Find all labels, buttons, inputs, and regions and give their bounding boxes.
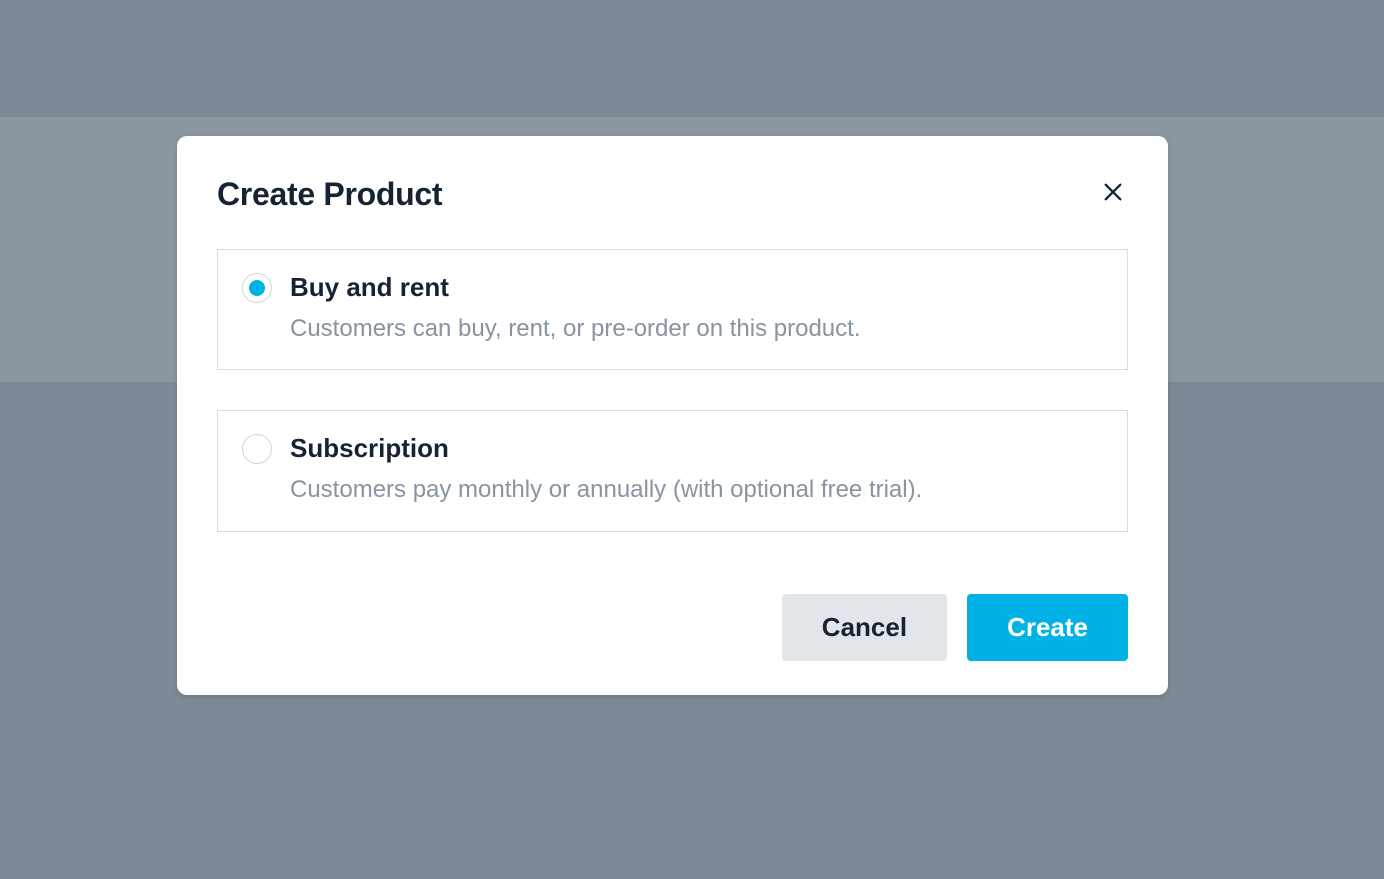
close-icon	[1102, 181, 1124, 208]
radio-subscription[interactable]	[242, 434, 272, 464]
option-buy-and-rent[interactable]: Buy and rent Customers can buy, rent, or…	[217, 249, 1128, 370]
option-title: Subscription	[290, 433, 1103, 464]
create-product-modal: Create Product Buy and rent Customers ca…	[177, 136, 1168, 695]
option-content: Subscription Customers pay monthly or an…	[290, 433, 1103, 506]
option-title: Buy and rent	[290, 272, 1103, 303]
close-button[interactable]	[1098, 177, 1128, 212]
modal-footer: Cancel Create	[217, 594, 1128, 661]
option-subscription[interactable]: Subscription Customers pay monthly or an…	[217, 410, 1128, 531]
cancel-button[interactable]: Cancel	[782, 594, 947, 661]
modal-header: Create Product	[217, 176, 1128, 213]
option-content: Buy and rent Customers can buy, rent, or…	[290, 272, 1103, 345]
option-description: Customers can buy, rent, or pre-order on…	[290, 313, 1103, 345]
modal-title: Create Product	[217, 176, 442, 213]
option-description: Customers pay monthly or annually (with …	[290, 474, 1103, 506]
create-button[interactable]: Create	[967, 594, 1128, 661]
radio-buy-and-rent[interactable]	[242, 273, 272, 303]
